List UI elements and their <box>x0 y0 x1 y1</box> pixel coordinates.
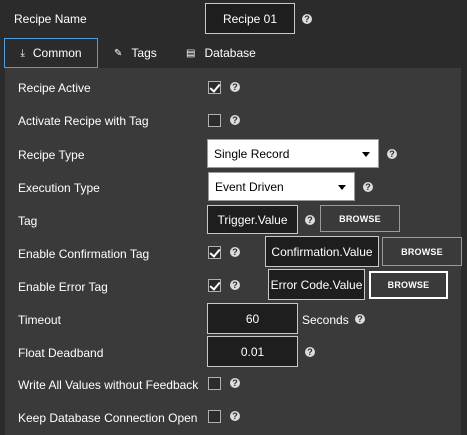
activate-with-tag-checkbox[interactable] <box>208 114 221 127</box>
recipe-name-input[interactable]: Recipe 01 <box>205 3 295 34</box>
help-icon[interactable]: ? <box>304 214 316 226</box>
recipe-type-select[interactable]: Single Record <box>207 139 379 168</box>
help-icon[interactable]: ? <box>229 246 241 258</box>
tag-label: Tag <box>18 214 38 228</box>
keep-db-open-checkbox[interactable] <box>208 410 221 423</box>
chevron-down-icon <box>362 151 370 157</box>
recipe-type-value: Single Record <box>214 146 290 161</box>
tab-tags-label: Tags <box>131 46 157 60</box>
error-browse-button[interactable]: BROWSE <box>369 271 448 299</box>
keep-db-open-label: Keep Database Connection Open <box>18 411 198 425</box>
tab-tags[interactable]: ✎ Tags <box>114 38 157 68</box>
download-icon: ⤓ <box>20 47 25 59</box>
tab-database[interactable]: ▤ Database <box>186 38 256 68</box>
execution-type-label: Execution Type <box>18 181 100 195</box>
timeout-unit: Seconds <box>302 313 349 327</box>
float-deadband-input[interactable]: 0.01 <box>207 336 298 367</box>
help-icon[interactable]: ? <box>354 313 366 325</box>
help-icon[interactable]: ? <box>229 279 241 291</box>
help-icon[interactable]: ? <box>229 377 241 389</box>
error-tag-label: Enable Error Tag <box>18 280 108 294</box>
help-icon[interactable]: ? <box>304 346 316 358</box>
confirmation-browse-button[interactable]: BROWSE <box>382 237 462 266</box>
help-icon[interactable]: ? <box>229 81 241 93</box>
help-icon[interactable]: ? <box>301 13 313 25</box>
tag-browse-button[interactable]: BROWSE <box>320 205 400 232</box>
help-icon[interactable]: ? <box>386 148 398 160</box>
chevron-down-icon <box>338 184 346 190</box>
recipe-active-label: Recipe Active <box>18 81 91 95</box>
confirmation-tag-checkbox[interactable] <box>208 246 221 259</box>
recipe-type-label: Recipe Type <box>18 148 85 162</box>
tag-icon: ✎ <box>114 47 123 59</box>
database-icon: ▤ <box>186 47 196 59</box>
help-icon[interactable]: ? <box>362 181 374 193</box>
tag-input[interactable]: Trigger.Value <box>207 205 298 234</box>
execution-type-value: Event Driven <box>215 179 284 194</box>
confirmation-tag-label: Enable Confirmation Tag <box>18 247 150 261</box>
activate-with-tag-label: Activate Recipe with Tag <box>18 114 149 128</box>
error-tag-input[interactable]: Error Code.Value <box>268 269 365 300</box>
confirmation-tag-input[interactable]: Confirmation.Value <box>265 236 379 267</box>
error-tag-checkbox[interactable] <box>208 279 221 292</box>
write-all-label: Write All Values without Feedback <box>18 378 199 392</box>
tab-common-label: Common <box>32 46 82 60</box>
help-icon[interactable]: ? <box>229 114 241 126</box>
float-deadband-label: Float Deadband <box>18 346 104 360</box>
timeout-label: Timeout <box>18 313 61 327</box>
timeout-input[interactable]: 60 <box>207 303 298 334</box>
recipe-active-checkbox[interactable] <box>208 81 221 94</box>
tab-database-label: Database <box>204 46 256 60</box>
help-icon[interactable]: ? <box>229 410 241 422</box>
write-all-checkbox[interactable] <box>208 377 221 390</box>
execution-type-select[interactable]: Event Driven <box>208 172 355 201</box>
recipe-name-label: Recipe Name <box>14 12 87 26</box>
tab-common[interactable]: ⤓ Common <box>4 38 98 68</box>
